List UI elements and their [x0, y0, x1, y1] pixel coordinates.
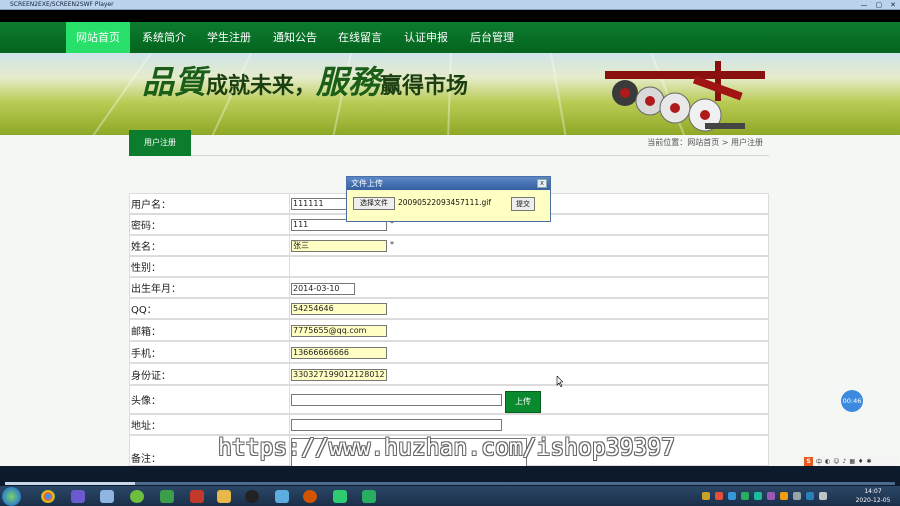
taskbar-qq-icon[interactable] — [240, 488, 264, 505]
panel-header: 用户注册 当前位置：网站首页 > 用户注册 — [129, 130, 769, 156]
email-label: 邮箱： — [130, 320, 290, 340]
tray-icon — [793, 492, 801, 500]
address-input[interactable] — [291, 419, 502, 431]
form-row-address: 地址： — [129, 414, 769, 435]
upload-button[interactable]: 上传 — [505, 391, 541, 413]
tray-icon — [741, 492, 749, 500]
tray-icon — [715, 492, 723, 500]
avatar-path-input[interactable] — [291, 394, 502, 406]
ime-language-label: 中 — [816, 458, 823, 466]
ime-shirt-icon: ♦ — [858, 457, 864, 465]
banner-slogan: 品質成就未来，服務赢得市场 — [142, 63, 469, 101]
taskbar-app-icon[interactable] — [125, 488, 149, 505]
tray-icon — [702, 492, 710, 500]
form-row-name: 姓名： 张三 * — [129, 235, 769, 256]
watermark-url: https://www.huzhan.com/ishop39397 — [218, 435, 675, 461]
dialog-close-icon[interactable]: x — [537, 179, 547, 188]
form-row-phone: 手机： 13666666666 — [129, 341, 769, 363]
ime-mic-icon: ♪ — [842, 457, 847, 465]
tray-icon — [806, 492, 814, 500]
taskbar-clock[interactable]: 14:07 2020-12-05 — [852, 487, 894, 505]
avatar-label: 头像： — [130, 386, 290, 413]
ime-keyboard-icon: ▦ — [849, 457, 856, 465]
taskbar-app-icon[interactable] — [298, 488, 322, 505]
idcard-label: 身份证： — [130, 364, 290, 384]
address-label: 地址： — [130, 415, 290, 434]
choose-file-button[interactable]: 选择文件 — [353, 197, 395, 210]
taskbar-chrome-icon[interactable] — [36, 488, 60, 505]
nav-item-home[interactable]: 网站首页 — [66, 22, 130, 53]
required-mark: * — [390, 240, 394, 249]
taskbar-app-icon[interactable] — [357, 488, 381, 505]
birth-input[interactable]: 2014-03-10 — [291, 283, 355, 295]
qq-input[interactable]: 54254646 — [291, 303, 387, 315]
selected-file-name: 20090522093457111.gif — [398, 198, 491, 207]
nav-item-intro[interactable]: 系统简介 — [133, 22, 195, 53]
clock-time: 14:07 — [864, 488, 882, 495]
nav-item-certification[interactable]: 认证申报 — [395, 22, 457, 53]
form-row-qq: QQ： 54254646 — [129, 298, 769, 319]
ime-moon-icon: ◐ — [825, 457, 831, 465]
start-button-icon[interactable] — [2, 487, 21, 506]
taskbar-wechat-icon[interactable] — [328, 488, 352, 505]
farm-machine-image — [605, 61, 765, 132]
phone-input[interactable]: 13666666666 — [291, 347, 387, 359]
maximize-icon[interactable]: ▢ — [876, 1, 883, 9]
nav-item-notice[interactable]: 通知公告 — [264, 22, 326, 53]
ime-emoji-icon: ☺ — [833, 457, 840, 465]
player-controls — [0, 466, 900, 486]
gender-label: 性别： — [130, 257, 290, 276]
letterbox-top — [0, 10, 900, 22]
taskbar-app-icon[interactable] — [66, 488, 90, 505]
taskbar-app-icon[interactable] — [270, 488, 294, 505]
name-label: 姓名： — [130, 236, 290, 255]
tray-icon — [728, 492, 736, 500]
nav-item-message[interactable]: 在线留言 — [329, 22, 391, 53]
close-icon[interactable]: ✕ — [890, 1, 896, 9]
taskbar-app-icon[interactable] — [95, 488, 119, 505]
screen-recording-frame: SCREEN2EXE/SCREEN2SWF Player — ▢ ✕ 网站首页 … — [0, 0, 900, 506]
player-title: SCREEN2EXE/SCREEN2SWF Player — [10, 1, 114, 8]
name-input[interactable]: 张三 — [291, 240, 387, 252]
form-row-birth: 出生年月： 2014-03-10 — [129, 277, 769, 298]
username-label: 用户名： — [130, 194, 290, 213]
mouse-pointer-icon — [556, 376, 563, 387]
panel-tab-register: 用户注册 — [129, 130, 191, 156]
dialog-title: 文件上传 — [347, 177, 550, 190]
tray-icon — [754, 492, 762, 500]
tray-icon — [780, 492, 788, 500]
phone-label: 手机： — [130, 342, 290, 362]
main-navigation: 网站首页 系统简介 学生注册 通知公告 在线留言 认证申报 后台管理 — [0, 22, 900, 53]
form-row-gender: 性别： — [129, 256, 769, 277]
nav-item-admin[interactable]: 后台管理 — [461, 22, 523, 53]
tray-icon — [819, 492, 827, 500]
player-title-bar: SCREEN2EXE/SCREEN2SWF Player — ▢ ✕ — [0, 0, 900, 10]
idcard-input[interactable]: 330327199012128012 — [291, 369, 387, 381]
playback-progress-bar[interactable] — [5, 482, 895, 485]
banner: 品質成就未来，服務赢得市场 — [0, 53, 900, 135]
clock-date: 2020-12-05 — [855, 497, 891, 504]
system-tray — [702, 488, 852, 504]
dialog-submit-button[interactable]: 提交 — [511, 197, 535, 211]
password-label: 密码： — [130, 215, 290, 234]
form-row-avatar: 头像： 上传 — [129, 385, 769, 414]
taskbar-flash-icon[interactable] — [185, 488, 209, 505]
minimize-icon[interactable]: — — [861, 1, 868, 9]
form-row-idcard: 身份证： 330327199012128012 — [129, 363, 769, 385]
form-row-email: 邮箱： 7775655@qq.com — [129, 319, 769, 341]
sogou-ime-icon: S — [804, 456, 813, 466]
taskbar-folder-icon[interactable] — [212, 488, 236, 505]
taskbar-app-icon[interactable] — [155, 488, 179, 505]
tray-icon — [767, 492, 775, 500]
email-input[interactable]: 7775655@qq.com — [291, 325, 387, 337]
breadcrumb: 当前位置：网站首页 > 用户注册 — [647, 138, 763, 147]
float-timer-badge[interactable]: 00:46 — [841, 390, 863, 412]
file-upload-dialog: 文件上传 x 选择文件 20090522093457111.gif 提交 — [346, 176, 551, 222]
ime-tools-icon: ✱ — [866, 457, 872, 465]
qq-label: QQ： — [130, 299, 290, 318]
birth-label: 出生年月： — [130, 278, 290, 297]
nav-item-student-register[interactable]: 学生注册 — [198, 22, 260, 53]
